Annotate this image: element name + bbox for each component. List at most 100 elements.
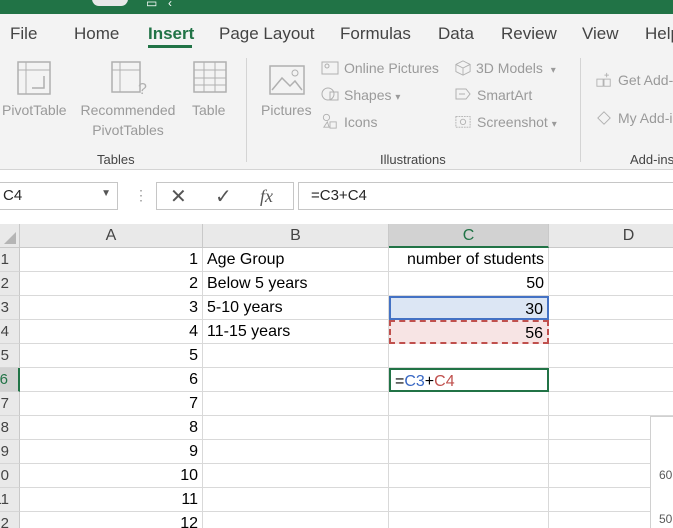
cell-b11[interactable] xyxy=(203,488,389,512)
shapes-icon[interactable] xyxy=(321,86,339,102)
more-options-icon[interactable]: ⋮ xyxy=(134,187,148,204)
cell-c12[interactable] xyxy=(389,512,549,528)
cell-c6[interactable]: =C3+C4 xyxy=(389,368,549,392)
cell-d3[interactable] xyxy=(549,296,673,320)
cell-b9[interactable] xyxy=(203,440,389,464)
autosave-toggle[interactable] xyxy=(92,0,128,6)
select-all-button[interactable] xyxy=(0,224,20,248)
cell-b7[interactable] xyxy=(203,392,389,416)
cell-d2[interactable] xyxy=(549,272,673,296)
column-header-b[interactable]: B xyxy=(203,224,389,248)
cell-c5[interactable] xyxy=(389,344,549,368)
cell-d5[interactable] xyxy=(549,344,673,368)
insert-function-icon[interactable]: fx xyxy=(260,186,273,207)
tab-review[interactable]: Review xyxy=(501,24,557,44)
cell-c3[interactable]: 30 xyxy=(389,296,549,320)
tab-insert[interactable]: Insert xyxy=(148,24,194,44)
row-header[interactable]: 3 xyxy=(0,296,20,320)
column-header-c[interactable]: C xyxy=(389,224,549,248)
screenshot-label[interactable]: Screenshot ▾ xyxy=(477,114,557,130)
cell-a12[interactable]: 12 xyxy=(20,512,203,528)
cell-b2[interactable]: Below 5 years xyxy=(203,272,389,296)
cell-b12[interactable] xyxy=(203,512,389,528)
row-header[interactable]: 9 xyxy=(0,440,20,464)
cell-d1[interactable] xyxy=(549,248,673,272)
cell-d7[interactable] xyxy=(549,392,673,416)
cell-a9[interactable]: 9 xyxy=(20,440,203,464)
cell-b3[interactable]: 5-10 years xyxy=(203,296,389,320)
cell-a11[interactable]: 11 xyxy=(20,488,203,512)
tab-page-layout[interactable]: Page Layout xyxy=(219,24,314,44)
cell-c11[interactable] xyxy=(389,488,549,512)
column-header-d[interactable]: D xyxy=(549,224,673,248)
cell-b4[interactable]: 11-15 years xyxy=(203,320,389,344)
tab-formulas[interactable]: Formulas xyxy=(340,24,411,44)
row-header[interactable]: 5 xyxy=(0,344,20,368)
pictures-icon[interactable] xyxy=(268,64,306,96)
cell-c8[interactable] xyxy=(389,416,549,440)
my-addins-label[interactable]: My Add-ins xyxy=(618,110,673,126)
row-header[interactable]: 2 xyxy=(0,272,20,296)
my-addins-icon[interactable] xyxy=(595,110,613,126)
smartart-icon[interactable] xyxy=(454,86,472,102)
row-header[interactable]: 7 xyxy=(0,392,20,416)
recommended-pivottables-label-2[interactable]: PivotTables xyxy=(76,122,180,138)
recommended-pivottables-icon[interactable]: ? xyxy=(110,60,150,98)
cell-b1[interactable]: Age Group xyxy=(203,248,389,272)
table-label[interactable]: Table xyxy=(192,102,225,118)
cell-a3[interactable]: 3 xyxy=(20,296,203,320)
row-header[interactable]: 6 xyxy=(0,368,20,392)
icons-icon[interactable] xyxy=(321,113,339,129)
online-pictures-icon[interactable] xyxy=(321,60,339,76)
cell-b5[interactable] xyxy=(203,344,389,368)
cell-c1[interactable]: number of students xyxy=(389,248,549,272)
cell-b8[interactable] xyxy=(203,416,389,440)
cell-a7[interactable]: 7 xyxy=(20,392,203,416)
cell-c9[interactable] xyxy=(389,440,549,464)
get-addins-icon[interactable] xyxy=(595,72,613,88)
3d-models-icon[interactable] xyxy=(454,60,472,76)
column-header-a[interactable]: A xyxy=(20,224,203,248)
recommended-pivottables-label-1[interactable]: Recommended xyxy=(76,102,180,118)
cell-a4[interactable]: 4 xyxy=(20,320,203,344)
row-header[interactable]: 4 xyxy=(0,320,20,344)
tab-data[interactable]: Data xyxy=(438,24,474,44)
name-box[interactable]: C4 ▼ xyxy=(0,182,118,210)
cell-a8[interactable]: 8 xyxy=(20,416,203,440)
tab-file[interactable]: File xyxy=(10,24,37,44)
row-header[interactable]: 10 xyxy=(0,464,20,488)
enter-icon[interactable]: ✓ xyxy=(215,184,232,209)
cancel-icon[interactable]: ✕ xyxy=(170,184,187,209)
cell-c4[interactable]: 56 xyxy=(389,320,549,344)
save-icon[interactable]: ▭ xyxy=(146,0,157,10)
tab-view[interactable]: View xyxy=(582,24,619,44)
get-addins-label[interactable]: Get Add-ins xyxy=(618,72,673,88)
tab-help[interactable]: Help xyxy=(645,24,673,44)
3d-models-label[interactable]: 3D Models ▾ xyxy=(476,60,556,76)
screenshot-icon[interactable] xyxy=(454,113,472,129)
online-pictures-label[interactable]: Online Pictures xyxy=(344,60,439,76)
cell-a6[interactable]: 6 xyxy=(20,368,203,392)
chevron-down-icon[interactable]: ▼ xyxy=(101,188,111,199)
pictures-label[interactable]: Pictures xyxy=(261,102,312,118)
cell-b6[interactable] xyxy=(203,368,389,392)
formula-input[interactable]: =C3+C4 xyxy=(298,182,673,210)
row-header[interactable]: 8 xyxy=(0,416,20,440)
cell-a1[interactable]: 1 xyxy=(20,248,203,272)
pivottable-label[interactable]: PivotTable xyxy=(2,102,67,118)
cell-b10[interactable] xyxy=(203,464,389,488)
cell-c10[interactable] xyxy=(389,464,549,488)
cell-c2[interactable]: 50 xyxy=(389,272,549,296)
shapes-label[interactable]: Shapes ▾ xyxy=(344,87,400,103)
smartart-label[interactable]: SmartArt xyxy=(477,87,532,103)
table-icon[interactable] xyxy=(192,60,228,94)
cell-a10[interactable]: 10 xyxy=(20,464,203,488)
row-header[interactable]: 12 xyxy=(0,512,20,528)
cell-c7[interactable] xyxy=(389,392,549,416)
tab-home[interactable]: Home xyxy=(74,24,119,44)
row-header[interactable]: 11 xyxy=(0,488,20,512)
cell-d6[interactable] xyxy=(549,368,673,392)
cell-d4[interactable] xyxy=(549,320,673,344)
pivottable-icon[interactable] xyxy=(16,60,52,96)
cell-a2[interactable]: 2 xyxy=(20,272,203,296)
